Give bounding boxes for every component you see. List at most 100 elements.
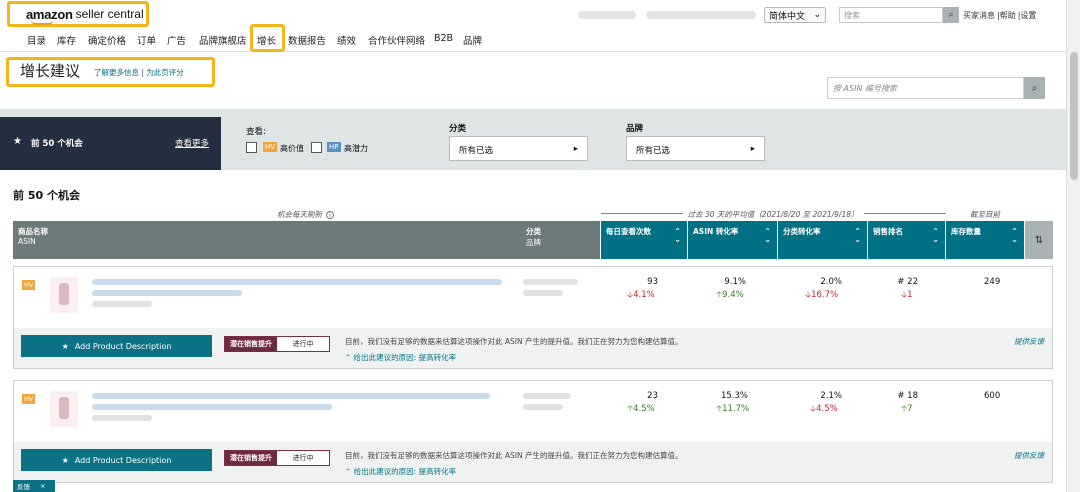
hp-text: 高潜力 xyxy=(344,144,368,153)
blurred-category xyxy=(523,279,578,285)
category-filter-value: 所有已选 xyxy=(459,146,494,156)
nav-performance[interactable]: 绩效 xyxy=(337,33,356,47)
add-product-description-button[interactable]: ★ Add Product Description xyxy=(21,449,212,471)
col-rank[interactable]: 销售排名 ⌃ ⌄ xyxy=(868,221,945,259)
language-value: 简体中文 xyxy=(769,11,806,22)
caret-right-icon: ▸ xyxy=(750,144,755,154)
reason-value: 提高转化率 xyxy=(418,353,457,362)
link-help[interactable]: 帮助 xyxy=(1000,11,1016,20)
col-stock-label: 库存数量 xyxy=(951,227,981,236)
rate-page-link[interactable]: 为此页评分 xyxy=(146,68,184,77)
top-search-input[interactable]: 搜索 xyxy=(839,7,943,23)
nav-reports[interactable]: 数据报告 xyxy=(288,33,326,47)
col-stock[interactable]: 库存数量 ⌃ ⌄ xyxy=(946,221,1024,259)
hv-badge: HV xyxy=(22,280,36,290)
sort-toggle-icon[interactable]: ⇅ xyxy=(1025,221,1053,259)
top50-label: 前 50 个机会 xyxy=(31,139,83,149)
blurred-product-title[interactable] xyxy=(92,290,242,296)
top50-panel[interactable]: ★ 前 50 个机会 查看更多 xyxy=(0,117,221,170)
blurred-product-title[interactable] xyxy=(92,404,332,410)
section-title: 前 50 个机会 xyxy=(13,189,80,202)
daily-views-change: 🡡4.5% xyxy=(627,403,655,417)
reason-value: 提高转化率 xyxy=(418,467,457,476)
nav-catalog[interactable]: 目录 xyxy=(27,33,46,47)
hp-tag: HP xyxy=(327,142,341,152)
sort-icon[interactable]: ⌃ ⌄ xyxy=(764,228,771,244)
blurred-product-title[interactable] xyxy=(92,393,490,399)
row-note: 目前，我们没有足够的数据来估算这项操作对此 ASIN 产生的提升值。我们正在努力… xyxy=(345,337,683,346)
category-filter-select[interactable]: 所有已选 ▸ xyxy=(449,136,588,161)
cat-conv-change-value: 4.5% xyxy=(816,404,838,414)
nav-advertising[interactable]: 广告 xyxy=(167,33,186,47)
blurred-asin xyxy=(92,415,152,421)
see-more-link[interactable]: 查看更多 xyxy=(175,137,209,149)
sort-icon[interactable]: ⌃ ⌄ xyxy=(854,228,861,244)
status-badge: 潜在销售提升 进行中 xyxy=(224,450,330,466)
page-scrollbar[interactable] xyxy=(1066,0,1080,492)
view-label: 查看: xyxy=(246,127,266,137)
sort-icon[interactable]: ⌃ ⌄ xyxy=(1011,228,1018,244)
nav-pricing[interactable]: 确定价格 xyxy=(88,33,126,47)
feedback-link[interactable]: 提供反馈 xyxy=(1014,336,1044,347)
daily-views-change: 🡣4.1% xyxy=(627,289,655,303)
product-image[interactable] xyxy=(50,277,78,313)
daily-views-value: 93 xyxy=(647,277,658,287)
status-potential: 潜在销售提升 xyxy=(225,337,277,351)
feedback-link[interactable]: 提供反馈 xyxy=(1014,450,1044,461)
nav-brands[interactable]: 品牌 xyxy=(463,33,482,47)
status-potential: 潜在销售提升 xyxy=(225,451,277,465)
amazon-smile-icon xyxy=(31,20,53,25)
col-asin-conv[interactable]: ASIN 转化率 ⌃ ⌄ xyxy=(688,221,777,259)
brand-filter-value: 所有已选 xyxy=(636,146,671,156)
blurred-account-name xyxy=(578,11,636,19)
reason-toggle[interactable]: ⌃ 给出此建议的原因: 提高转化率 xyxy=(345,466,456,477)
language-select[interactable]: 简体中文 ⌄ xyxy=(764,7,826,23)
action-label: Add Product Description xyxy=(74,341,172,351)
rank-change: 🡡7 xyxy=(901,403,913,417)
hp-checkbox[interactable] xyxy=(311,142,322,153)
product-image[interactable] xyxy=(50,391,78,427)
sort-icon[interactable]: ⌃ ⌄ xyxy=(674,228,681,244)
row-recommendation: ★ Add Product Description 潜在销售提升 进行中 目前，我… xyxy=(14,442,1052,482)
asin-conv-change: 🡡9.4% xyxy=(716,289,744,303)
col-product-label: 商品名称 xyxy=(18,227,48,236)
daily-views-value: 23 xyxy=(647,391,658,401)
info-icon[interactable]: i xyxy=(326,211,334,219)
link-settings[interactable]: 设置 xyxy=(1020,11,1036,20)
col-daily-views-label: 每日查看次数 xyxy=(606,227,651,236)
col-daily-views[interactable]: 每日查看次数 ⌃ ⌄ xyxy=(601,221,687,259)
col-cat-conv[interactable]: 分类转化率 ⌃ ⌄ xyxy=(778,221,867,259)
table-row: HV 93 🡣4.1% 9.1% 🡡9.4% 2.0% 🡣16.7% # 22 … xyxy=(13,266,1053,369)
average-note-text: 过去 30 天的平均值（2021/8/20 至 2021/9/18） xyxy=(684,210,862,219)
table-row: HV 23 🡡4.5% 15.3% 🡡11.7% 2.1% 🡣4.5% # 18… xyxy=(13,380,1053,483)
blurred-marketplace xyxy=(646,11,756,19)
hv-checkbox[interactable] xyxy=(246,142,257,153)
learn-more-link[interactable]: 了解更多信息 xyxy=(94,68,139,77)
refresh-note: 机会每天刷新 i xyxy=(277,209,334,220)
reason-toggle[interactable]: ⌃ 给出此建议的原因: 提高转化率 xyxy=(345,352,456,363)
col-category-sub: 品牌 xyxy=(526,238,541,247)
search-icon[interactable]: ⌕ xyxy=(1024,77,1045,99)
scrollbar-thumb[interactable] xyxy=(1070,52,1078,180)
search-icon[interactable]: ⌕ xyxy=(943,7,959,23)
status-progress: 进行中 xyxy=(277,337,329,351)
reason-label: 给出此建议的原因: xyxy=(353,467,417,476)
close-icon[interactable]: × xyxy=(40,482,45,490)
col-rank-label: 销售排名 xyxy=(873,227,903,236)
nav-partner-network[interactable]: 合作伙伴网络 xyxy=(368,33,425,47)
link-buyer-messages[interactable]: 买家消息 xyxy=(963,11,995,20)
star-icon: ★ xyxy=(61,341,69,351)
add-product-description-button[interactable]: ★ Add Product Description xyxy=(21,335,212,357)
cat-conv-change: 🡣16.7% xyxy=(805,289,838,303)
asin-search-input[interactable]: 按 ASIN 编号搜索 xyxy=(827,77,1024,99)
hv-text: 高价值 xyxy=(280,144,304,153)
brand-filter-select[interactable]: 所有已选 ▸ xyxy=(626,136,765,161)
nav-b2b[interactable]: B2B xyxy=(434,33,453,44)
nav-inventory[interactable]: 库存 xyxy=(57,33,76,47)
nav-orders[interactable]: 订单 xyxy=(137,33,156,47)
nav-stores[interactable]: 品牌旗舰店 xyxy=(199,33,247,47)
feedback-tab[interactable]: 反馈 × xyxy=(13,480,55,492)
sort-icon[interactable]: ⌃ ⌄ xyxy=(932,228,939,244)
seller-central-logo[interactable]: amazon seller central xyxy=(7,1,149,27)
blurred-product-title[interactable] xyxy=(92,279,502,285)
